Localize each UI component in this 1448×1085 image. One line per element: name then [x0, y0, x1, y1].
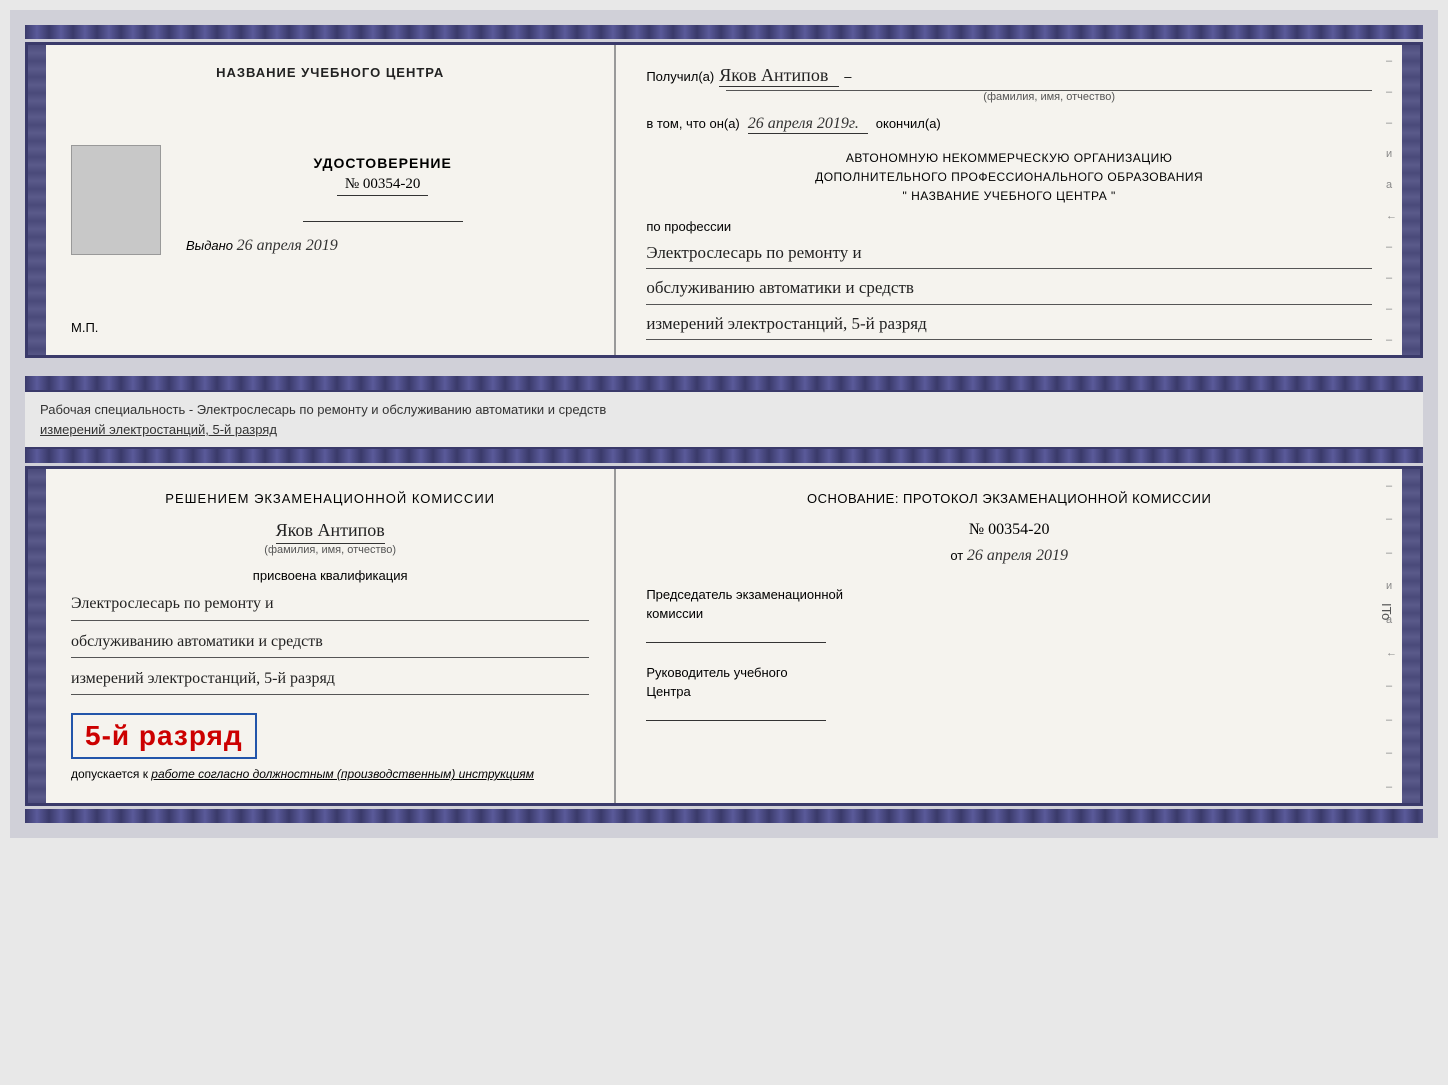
rank-text: 5-й разряд: [85, 720, 243, 751]
bottom-certificate: Решением экзаменационной комиссии Яков А…: [25, 466, 1423, 806]
org-block: АВТОНОМНУЮ НЕКОММЕРЧЕСКУЮ ОРГАНИЗАЦИЮ ДО…: [646, 149, 1372, 207]
profession-line3: измерений электростанций, 5-й разряд: [646, 309, 1372, 341]
cert-number: № 00354-20: [337, 176, 429, 196]
vtom-label: в том, что он(а): [646, 116, 739, 131]
ot-label: от: [950, 548, 963, 563]
osnovaniye: Основание: протокол экзаменационной коми…: [646, 489, 1372, 509]
profession-line2: обслуживанию автоматики и средств: [646, 273, 1372, 305]
issued-date: 26 апреля 2019: [237, 237, 338, 254]
top-decoration-bar-bottom: [25, 449, 1423, 463]
photo-placeholder: [71, 145, 161, 255]
mp-label: М.П.: [71, 320, 98, 335]
org-line3: " НАЗВАНИЕ УЧЕБНОГО ЦЕНТРА ": [646, 187, 1372, 206]
rank-box-wrapper: 5-й разряд: [71, 705, 589, 759]
top-left-page: НАЗВАНИЕ УЧЕБНОГО ЦЕНТРА УДОСТОВЕРЕНИЕ №…: [46, 45, 616, 355]
okonchil-label: окончил(а): [876, 116, 941, 131]
qual-line3: измерений электростанций, 5-й разряд: [71, 664, 589, 695]
top-decoration-bar: [25, 25, 1423, 39]
po-professii-label: по профессии: [646, 219, 1372, 234]
vtom-line: в том, что он(а) 26 апреля 2019г. окончи…: [646, 115, 1372, 134]
rukovoditel-signature-line: [646, 720, 826, 721]
received-line: Получил(а) Яков Антипов –: [646, 65, 1372, 87]
chair-line1: Председатель экзаменационной: [646, 587, 843, 602]
rukovoditel: Руководитель учебного Центра: [646, 663, 1372, 721]
bottom-right-page: Основание: протокол экзаменационной коми…: [616, 469, 1402, 803]
middle-strip-text1: Рабочая специальность - Электрослесарь п…: [40, 402, 606, 417]
issued-line: Выдано 26 апреля 2019: [176, 237, 338, 255]
issued-label: Выдано: [186, 238, 233, 253]
chair-signature-line: [646, 642, 826, 643]
right-dashes-top: –––иа←––––: [1386, 45, 1397, 355]
cert-info: УДОСТОВЕРЕНИЕ № 00354-20 Выдано 26 апрел…: [176, 145, 589, 255]
spine-left: [28, 45, 46, 355]
top-certificate: НАЗВАНИЕ УЧЕБНОГО ЦЕНТРА УДОСТОВЕРЕНИЕ №…: [25, 42, 1423, 358]
fio-label-bottom: (фамилия, имя, отчество): [71, 544, 589, 556]
protocol-date: от 26 апреля 2019: [646, 547, 1372, 565]
spine-right-bottom: [1402, 469, 1420, 803]
org-name-top: НАЗВАНИЕ УЧЕБНОГО ЦЕНТРА: [216, 65, 444, 80]
bottom-left-page: Решением экзаменационной комиссии Яков А…: [46, 469, 616, 803]
resolution-header: Решением экзаменационной комиссии: [71, 489, 589, 510]
received-label: Получил(а): [646, 69, 714, 84]
bottom-decoration-bar-top: [25, 376, 1423, 390]
org-line1: АВТОНОМНУЮ НЕКОММЕРЧЕСКУЮ ОРГАНИЗАЦИЮ: [646, 149, 1372, 168]
fio-name: Яков Антипов: [276, 520, 385, 544]
page-container: НАЗВАНИЕ УЧЕБНОГО ЦЕНТРА УДОСТОВЕРЕНИЕ №…: [10, 10, 1438, 838]
org-line2: ДОПОЛНИТЕЛЬНОГО ПРОФЕССИОНАЛЬНОГО ОБРАЗО…: [646, 168, 1372, 187]
ito-text: ITo: [1379, 603, 1394, 620]
dopuskaetsya-label: допускается к: [71, 767, 148, 781]
left-middle-section: УДОСТОВЕРЕНИЕ № 00354-20 Выдано 26 апрел…: [71, 145, 589, 255]
chair-line2: комиссии: [646, 606, 703, 621]
recipient-name: Яков Антипов: [719, 65, 839, 87]
middle-strip: Рабочая специальность - Электрослесарь п…: [25, 390, 1423, 449]
fio-label-top: (фамилия, имя, отчество): [726, 90, 1372, 103]
rukovoditel-line2: Центра: [646, 684, 690, 699]
qualification-label: присвоена квалификация: [71, 568, 589, 583]
profession-line1: Электрослесарь по ремонту и: [646, 238, 1372, 270]
commission-chair: Председатель экзаменационной комиссии: [646, 585, 1372, 643]
protocol-number: № 00354-20: [646, 521, 1372, 539]
vtom-date: 26 апреля 2019г.: [748, 115, 868, 134]
protocol-date-value: 26 апреля 2019: [967, 547, 1068, 564]
qual-line1: Электрослесарь по ремонту и: [71, 589, 589, 620]
fio-block: Яков Антипов (фамилия, имя, отчество): [71, 520, 589, 556]
cert-title: УДОСТОВЕРЕНИЕ: [313, 155, 451, 171]
top-right-page: Получил(а) Яков Антипов – (фамилия, имя,…: [616, 45, 1402, 355]
middle-strip-text2: измерений электростанций, 5-й разряд: [40, 422, 277, 437]
dopuskaetsya-line: допускается к работе согласно должностны…: [71, 767, 589, 781]
spine-right: [1402, 45, 1420, 355]
rukovoditel-line1: Руководитель учебного: [646, 665, 787, 680]
spine-left-bottom: [28, 469, 46, 803]
bottom-decoration-bar-final: [25, 809, 1423, 823]
qual-line2: обслуживанию автоматики и средств: [71, 627, 589, 658]
rank-box: 5-й разряд: [71, 713, 257, 759]
dopuskaetsya-italic: работе согласно должностным (производств…: [151, 767, 534, 781]
right-dashes-bottom: –––иа←––––: [1386, 469, 1397, 803]
